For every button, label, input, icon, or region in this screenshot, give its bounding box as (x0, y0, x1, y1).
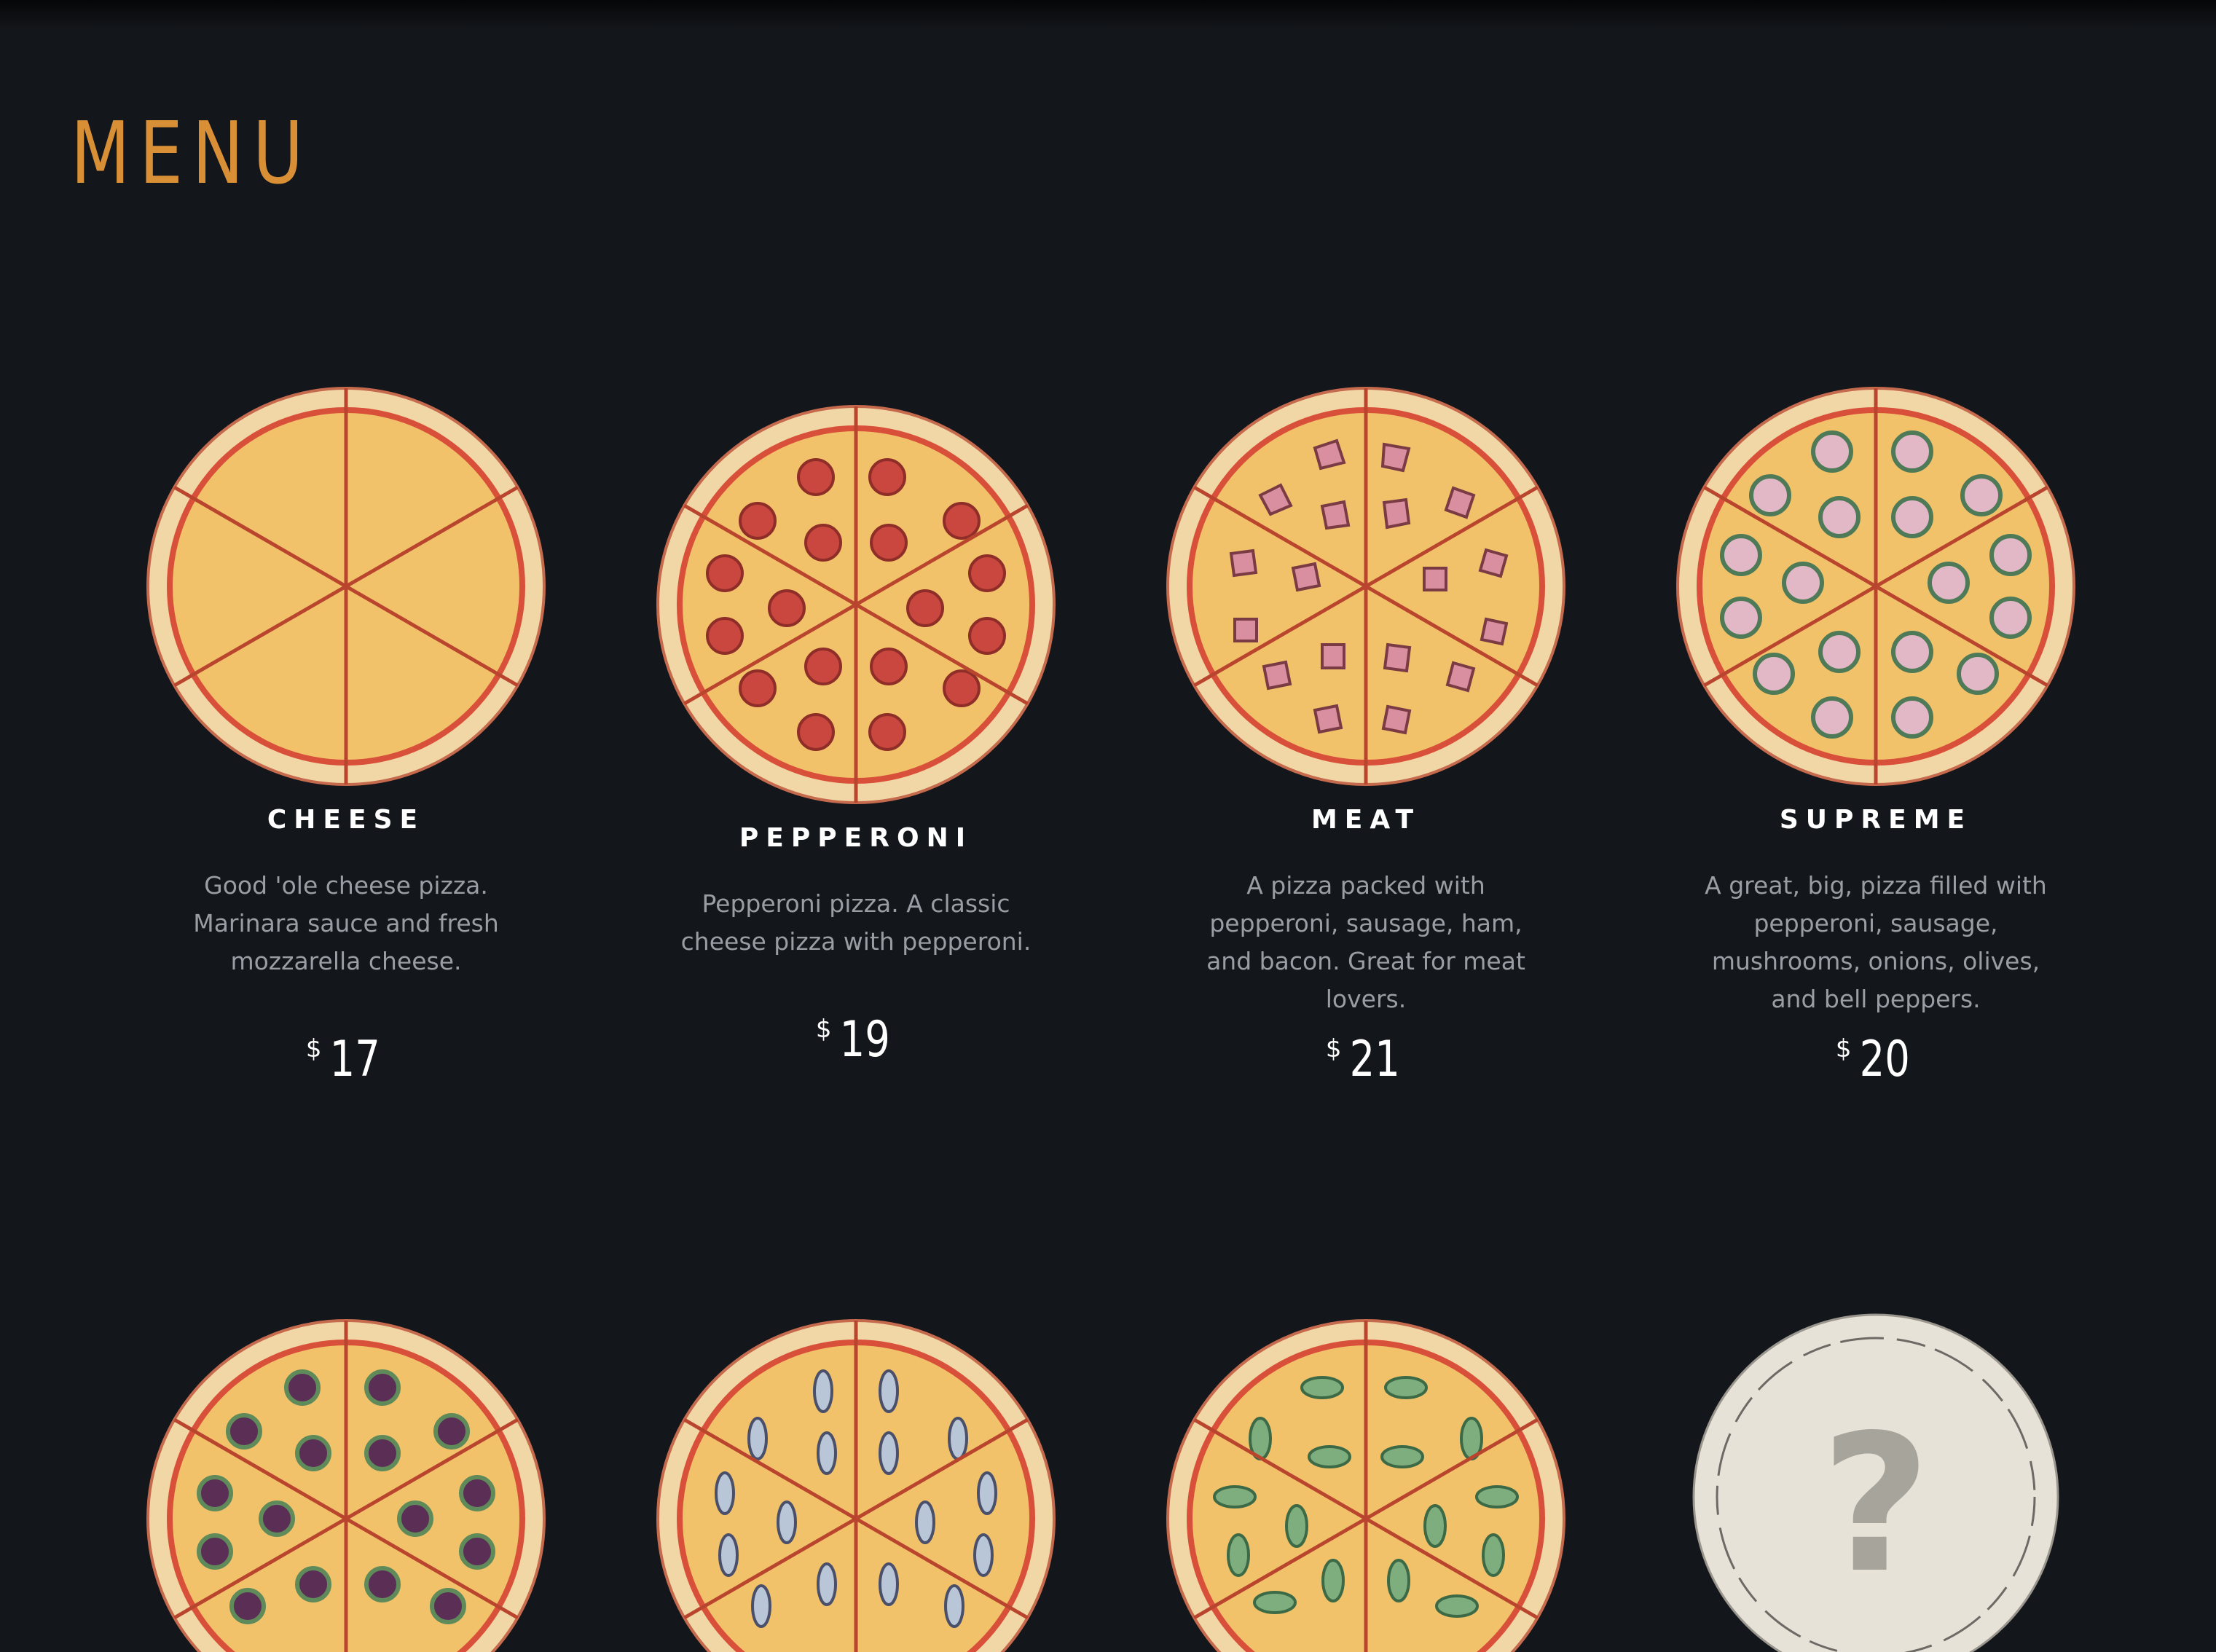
mystery-pizza-question-icon: ? (1692, 1313, 2059, 1652)
pizza-basil-icon (1166, 1319, 1565, 1652)
mystery-symbol: ? (1821, 1395, 1931, 1615)
pizza-supreme-icon (1676, 387, 2075, 786)
item-description: A great, big, pizza filled with pepperon… (1705, 871, 2047, 1013)
item-description: Good 'ole cheese pizza. Marinara sauce a… (193, 871, 499, 975)
currency-symbol: $ (1835, 1034, 1852, 1063)
page-title: MENU (71, 103, 313, 203)
menu-item-basil[interactable] (1140, 1318, 1592, 1652)
pizza-cheese-icon (146, 387, 546, 786)
item-price: $19 (630, 1011, 1082, 1069)
header-bar-shadow (0, 0, 2216, 29)
item-price: $21 (1140, 1031, 1592, 1088)
pizza-anchovy-icon (656, 1319, 1056, 1652)
menu-item-mystery[interactable]: ? (1650, 1311, 2102, 1652)
currency-symbol: $ (815, 1015, 832, 1044)
pizza-pepperoni-icon (656, 405, 1056, 804)
menu-item-meat[interactable]: MEAT A pizza packed with pepperoni, saus… (1140, 386, 1592, 1100)
price-value: 17 (329, 1031, 380, 1088)
menu-item-anchovy[interactable] (630, 1318, 1082, 1652)
price-value: 20 (1859, 1031, 1910, 1088)
menu-item-supreme[interactable]: SUPREME A great, big, pizza filled with … (1650, 386, 2102, 1100)
item-price: $17 (120, 1031, 572, 1088)
pizza-veggie-icon (146, 1319, 546, 1652)
menu-item-veggie[interactable] (120, 1318, 572, 1652)
price-value: 19 (839, 1011, 890, 1069)
item-name: SUPREME (1779, 805, 1973, 835)
price-value: 21 (1349, 1031, 1400, 1088)
item-name: MEAT (1311, 805, 1421, 835)
item-price: $20 (1650, 1031, 2102, 1088)
item-name: CHEESE (267, 805, 425, 835)
item-name: PEPPERONI (739, 823, 973, 853)
item-description: A pizza packed with pepperoni, sausage, … (1206, 871, 1525, 1013)
menu-item-pepperoni[interactable]: PEPPERONI Pepperoni pizza. A classic che… (630, 404, 1082, 1118)
currency-symbol: $ (1325, 1034, 1342, 1063)
pizza-meat-icon (1166, 387, 1565, 786)
currency-symbol: $ (305, 1034, 322, 1063)
item-description: Pepperoni pizza. A classic cheese pizza … (680, 889, 1032, 956)
menu-item-cheese[interactable]: CHEESE Good 'ole cheese pizza. Marinara … (120, 386, 572, 1100)
